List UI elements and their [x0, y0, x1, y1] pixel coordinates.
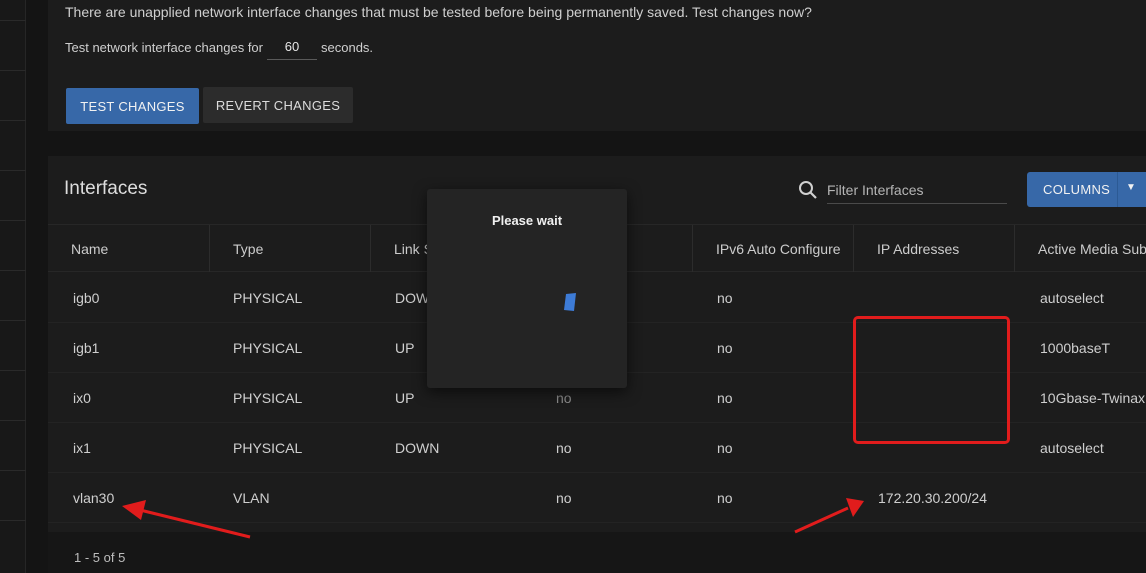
columns-button[interactable]: COLUMNS ▼ — [1027, 172, 1146, 207]
interfaces-title: Interfaces — [64, 178, 148, 199]
annotation-highlight-box — [853, 316, 1010, 444]
test-duration-row: Test network interface changes for secon… — [65, 34, 373, 60]
cell-type: VLAN — [233, 490, 270, 506]
test-duration-prefix: Test network interface changes for — [65, 39, 263, 55]
test-changes-button[interactable]: TEST CHANGES — [66, 88, 199, 124]
table-row[interactable]: vlan30 VLAN no no 172.20.30.200/24 — [48, 473, 1146, 523]
cell-dhcp: no — [556, 440, 572, 456]
cell-name: igb1 — [73, 340, 100, 356]
cell-link-state: DOWN — [395, 440, 440, 456]
cell-name: ix1 — [73, 440, 91, 456]
header-active-media-subtype[interactable]: Active Media Subtype — [1014, 225, 1146, 272]
cell-ipv6: no — [717, 440, 733, 456]
header-ip-addresses[interactable]: IP Addresses — [853, 225, 1014, 272]
test-seconds-input[interactable] — [267, 34, 317, 60]
cell-link-state: UP — [395, 340, 415, 356]
cell-name: ix0 — [73, 390, 91, 406]
header-name[interactable]: Name — [48, 225, 209, 272]
pending-changes-message: There are unapplied network interface ch… — [65, 4, 812, 20]
revert-changes-button[interactable]: REVERT CHANGES — [203, 87, 353, 123]
cell-media: 10Gbase-Twinax — [1040, 390, 1146, 406]
header-type[interactable]: Type — [209, 225, 370, 272]
pagination-range: 1 - 5 of 5 — [74, 550, 126, 565]
filter-interfaces-input[interactable] — [827, 176, 1007, 204]
cell-name: igb0 — [73, 290, 100, 306]
columns-button-label: COLUMNS — [1043, 182, 1111, 197]
left-nav-rail — [0, 0, 26, 573]
cell-dhcp: no — [556, 490, 572, 506]
test-duration-suffix: seconds. — [321, 39, 374, 55]
cell-type: PHYSICAL — [233, 390, 303, 406]
dialog-title: Please wait — [491, 213, 563, 228]
cell-type: PHYSICAL — [233, 290, 303, 306]
search-icon — [799, 181, 817, 199]
cell-type: PHYSICAL — [233, 340, 303, 356]
cell-ipv6: no — [717, 290, 733, 306]
cell-media: autoselect — [1040, 290, 1104, 306]
loading-spinner-icon — [564, 293, 576, 311]
please-wait-dialog: Please wait — [427, 189, 627, 388]
cell-name: vlan30 — [73, 490, 115, 506]
cell-ip: 172.20.30.200/24 — [878, 490, 987, 506]
chevron-down-icon[interactable]: ▼ — [1126, 182, 1136, 193]
table-footer — [48, 532, 1146, 573]
cell-type: PHYSICAL — [233, 440, 303, 456]
cell-media: autoselect — [1040, 440, 1104, 456]
pending-changes-card: There are unapplied network interface ch… — [48, 0, 1146, 131]
cell-ipv6: no — [717, 490, 733, 506]
header-ipv6-auto-configure[interactable]: IPv6 Auto Configure — [692, 225, 853, 272]
cell-link-state: UP — [395, 390, 415, 406]
cell-media: 1000baseT — [1040, 340, 1111, 356]
cell-ipv6: no — [717, 340, 733, 356]
cell-ipv6: no — [717, 390, 733, 406]
